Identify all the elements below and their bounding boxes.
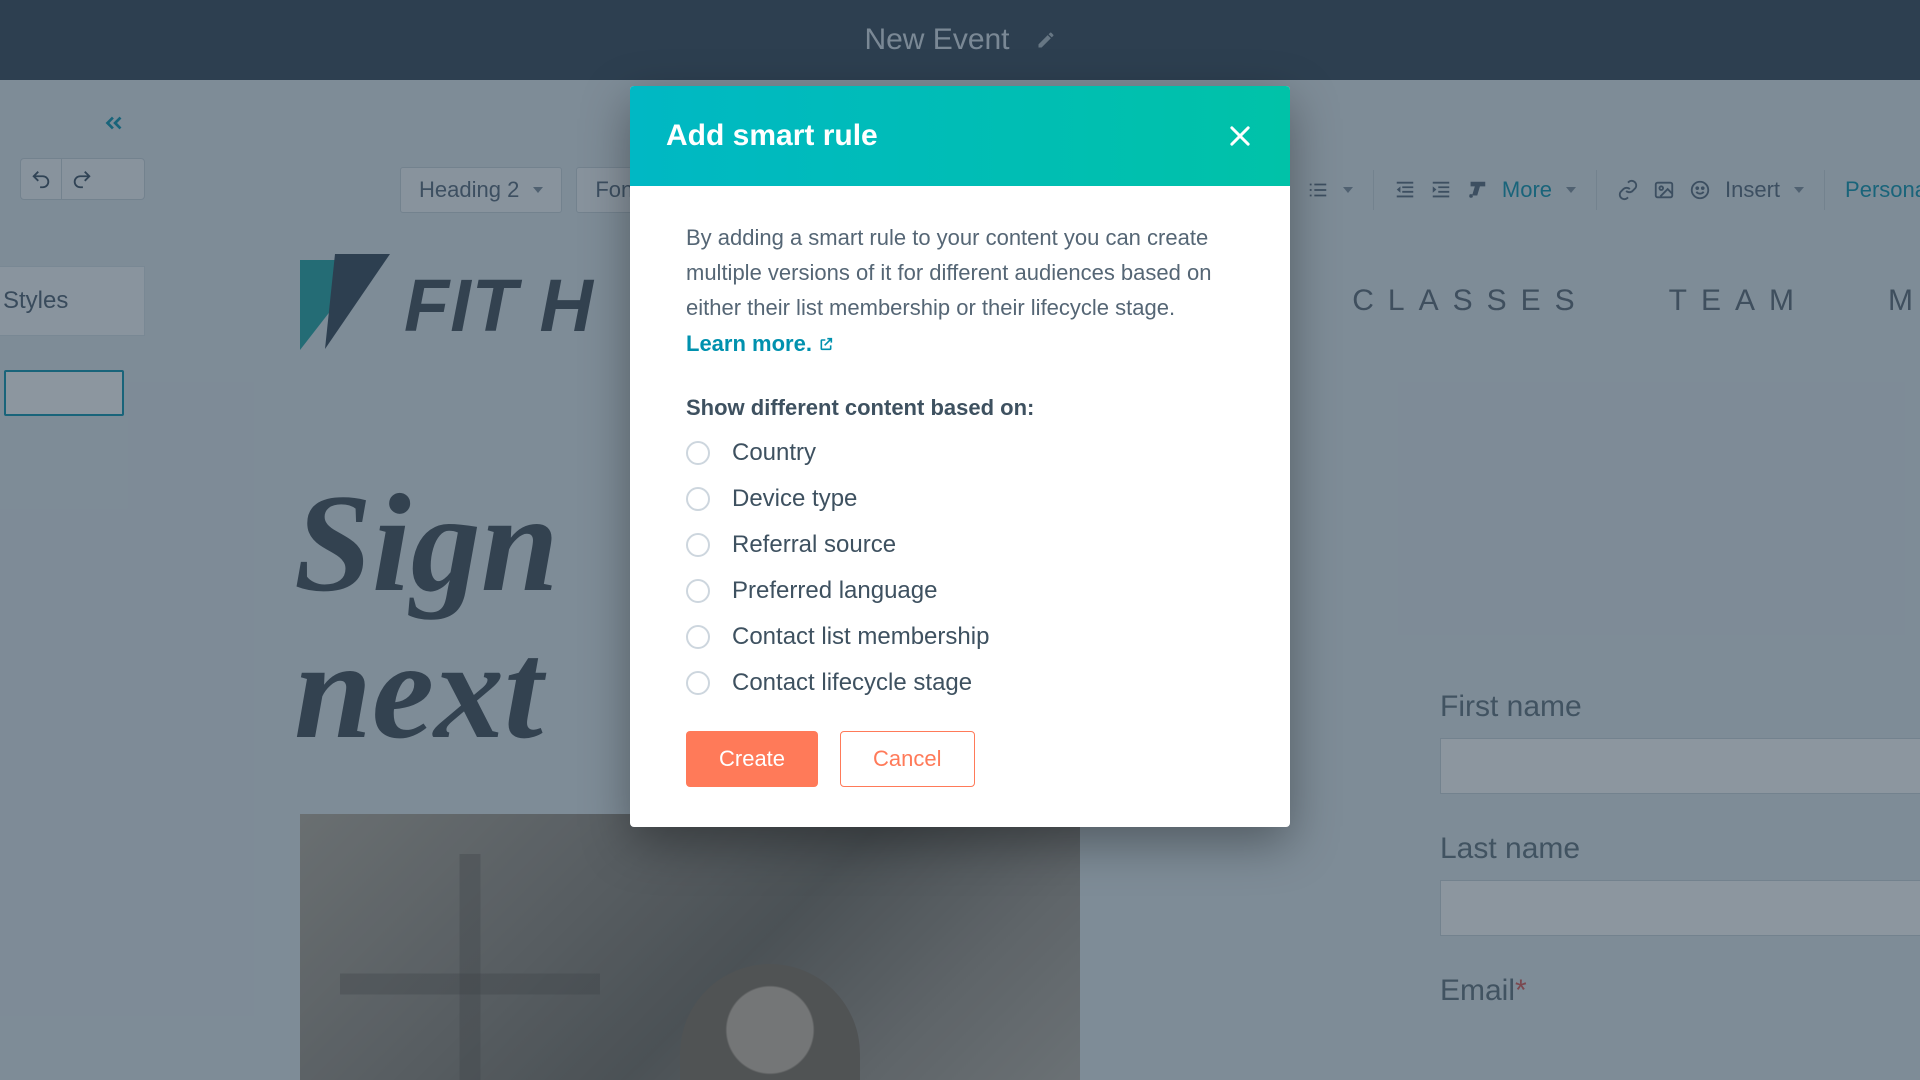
- create-button[interactable]: Create: [686, 731, 818, 787]
- option-label: Referral source: [732, 531, 896, 559]
- modal-intro-text: By adding a smart rule to your content y…: [686, 225, 1211, 320]
- radio-icon: [686, 671, 710, 695]
- option-country[interactable]: Country: [686, 439, 1234, 467]
- option-label: Country: [732, 439, 816, 467]
- modal-title: Add smart rule: [666, 119, 878, 153]
- modal-body: By adding a smart rule to your content y…: [630, 186, 1290, 827]
- smart-rule-options: Country Device type Referral source Pref…: [686, 439, 1234, 697]
- option-device-type[interactable]: Device type: [686, 485, 1234, 513]
- radio-icon: [686, 625, 710, 649]
- learn-more-link[interactable]: Learn more.: [686, 331, 834, 356]
- radio-icon: [686, 441, 710, 465]
- option-label: Device type: [732, 485, 857, 513]
- add-smart-rule-modal: Add smart rule By adding a smart rule to…: [630, 86, 1290, 827]
- modal-actions: Create Cancel: [686, 731, 1234, 787]
- option-preferred-language[interactable]: Preferred language: [686, 577, 1234, 605]
- option-label: Contact lifecycle stage: [732, 669, 972, 697]
- option-lifecycle-stage[interactable]: Contact lifecycle stage: [686, 669, 1234, 697]
- radio-icon: [686, 487, 710, 511]
- modal-intro: By adding a smart rule to your content y…: [686, 220, 1234, 361]
- modal-header: Add smart rule: [630, 86, 1290, 186]
- option-label: Preferred language: [732, 577, 937, 605]
- option-contact-list[interactable]: Contact list membership: [686, 623, 1234, 651]
- option-label: Contact list membership: [732, 623, 989, 651]
- close-icon[interactable]: [1226, 122, 1254, 150]
- radio-icon: [686, 579, 710, 603]
- cancel-button[interactable]: Cancel: [840, 731, 974, 787]
- option-referral-source[interactable]: Referral source: [686, 531, 1234, 559]
- radio-icon: [686, 533, 710, 557]
- options-heading: Show different content based on:: [686, 395, 1234, 421]
- external-link-icon: [818, 336, 834, 352]
